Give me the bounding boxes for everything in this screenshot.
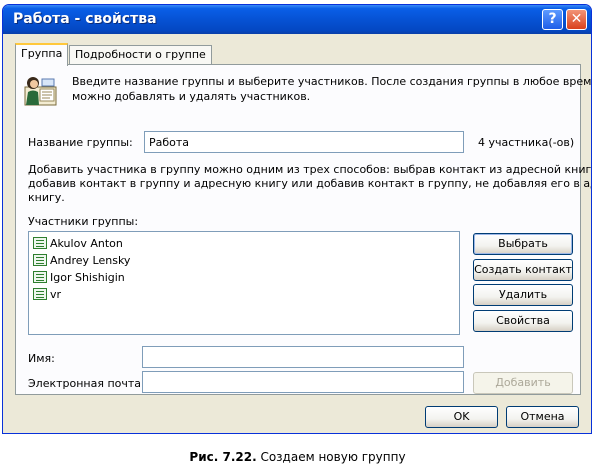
dialog-window: Работа - свойства ? ✕ Группа Подробности… bbox=[2, 4, 592, 434]
window-title: Работа - свойства bbox=[13, 11, 157, 27]
create-contact-button[interactable]: Создать контакт bbox=[473, 259, 573, 281]
hint-line-1: Добавить участника в группу можно одним … bbox=[28, 163, 592, 176]
intro-line-1: Введите название группы и выберите участ… bbox=[72, 75, 592, 88]
group-name-label: Название группы: bbox=[28, 136, 133, 149]
tab-group[interactable]: Группа bbox=[15, 43, 69, 66]
email-label: Электронная почта: bbox=[28, 377, 145, 390]
add-button[interactable]: Добавить bbox=[473, 372, 573, 394]
member-count: 4 участника(-ов) bbox=[478, 136, 575, 149]
tab-panel-group: Введите название группы и выберите участ… bbox=[15, 64, 591, 395]
intro-line-2: можно добавлять и удалять участников. bbox=[72, 90, 311, 103]
delete-button[interactable]: Удалить bbox=[473, 284, 573, 306]
group-book-icon bbox=[24, 77, 57, 106]
list-item[interactable]: Andrey Lensky bbox=[33, 252, 130, 268]
member-name: Akulov Anton bbox=[50, 236, 123, 250]
properties-button[interactable]: Свойства bbox=[473, 310, 573, 332]
members-list[interactable]: Akulov Anton Andrey Lensky Igor Shishigi… bbox=[28, 231, 460, 335]
figure-caption: Рис. 7.22. Создаем новую группу bbox=[0, 450, 595, 464]
hint-line-2: добавив контакт в группу и адресную книг… bbox=[28, 177, 592, 190]
choose-button[interactable]: Выбрать bbox=[473, 233, 573, 255]
member-name: vr bbox=[50, 287, 62, 301]
contact-card-icon bbox=[33, 288, 47, 300]
member-name: Igor Shishigin bbox=[50, 270, 125, 284]
contact-card-icon bbox=[33, 237, 47, 249]
name-label: Имя: bbox=[28, 352, 55, 365]
tab-group-details[interactable]: Подробности о группе bbox=[69, 45, 212, 64]
list-item[interactable]: Igor Shishigin bbox=[33, 269, 125, 285]
title-bar[interactable]: Работа - свойства ? ✕ bbox=[3, 5, 591, 34]
members-label: Участники группы: bbox=[28, 215, 139, 228]
hint-line-3: книгу. bbox=[28, 191, 65, 204]
group-name-input[interactable] bbox=[144, 131, 464, 153]
help-icon[interactable]: ? bbox=[542, 9, 563, 30]
contact-card-icon bbox=[33, 271, 47, 283]
figure-number: Рис. 7.22. bbox=[189, 450, 257, 464]
member-name: Andrey Lensky bbox=[50, 253, 131, 267]
name-input[interactable] bbox=[142, 346, 464, 368]
contact-card-icon bbox=[33, 254, 47, 266]
ok-button[interactable]: OK bbox=[425, 406, 498, 428]
list-item[interactable]: vr bbox=[33, 286, 61, 302]
list-item[interactable]: Akulov Anton bbox=[33, 235, 123, 251]
email-input[interactable] bbox=[142, 371, 464, 393]
close-icon[interactable]: ✕ bbox=[566, 9, 587, 30]
figure-caption-text: Создаем новую группу bbox=[256, 450, 406, 464]
cancel-button[interactable]: Отмена bbox=[506, 406, 579, 428]
